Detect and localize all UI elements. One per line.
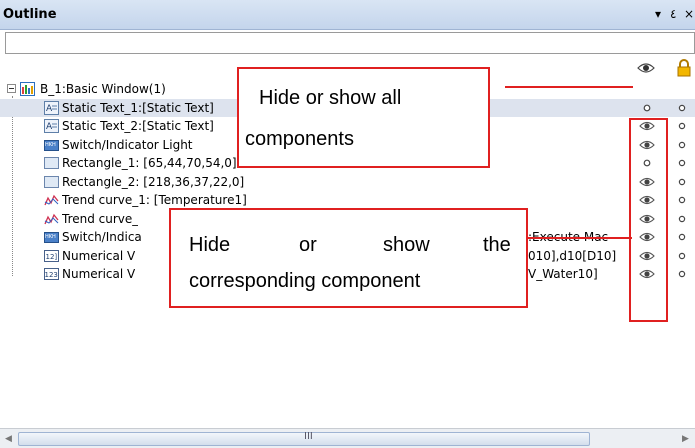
callout-word: or xyxy=(299,234,317,256)
svg-text:123: 123 xyxy=(45,271,58,279)
lock-toggle-icon[interactable] xyxy=(677,268,687,280)
collapse-icon[interactable] xyxy=(7,84,16,93)
tree-item-label: Rectangle_1: [65,44,70,54,0] xyxy=(62,156,237,170)
outline-filter-input[interactable] xyxy=(5,32,695,54)
svg-text:A: A xyxy=(46,122,53,132)
callout-text-line2: corresponding component xyxy=(189,270,421,292)
lock-toggle-icon[interactable] xyxy=(677,120,687,132)
svg-text:HKH: HKH xyxy=(45,142,56,148)
rectangle-icon xyxy=(44,175,59,189)
static-text-icon: A xyxy=(44,101,59,115)
svg-text:12]: 12] xyxy=(46,253,58,261)
scroll-left-icon[interactable]: ◀ xyxy=(5,434,12,444)
callout-word: show xyxy=(383,234,430,256)
tree-item-label: Trend curve_1: [Temperature1] xyxy=(62,193,247,207)
lock-toggle-icon[interactable] xyxy=(677,194,687,206)
tree-item-label: Numerical V xyxy=(62,249,136,263)
lock-toggle-icon[interactable] xyxy=(677,250,687,262)
tree-item-label: Static Text_2:[Static Text] xyxy=(62,119,214,133)
outline-panel-titlebar: Outline ▾ ٤ × xyxy=(0,0,695,30)
tree-item-label-tail: 010],d10[D10] xyxy=(528,249,617,263)
tree-item-label: B_1:Basic Window(1) xyxy=(40,82,166,96)
callout-word: the xyxy=(483,234,511,256)
svg-text:A: A xyxy=(46,104,53,114)
show-all-eye-icon[interactable] xyxy=(637,62,655,74)
trend-curve-icon xyxy=(44,193,59,207)
lock-toggle-icon[interactable] xyxy=(677,139,687,151)
switch-indicator-icon: HKH xyxy=(44,138,59,152)
callout-text-line2: components xyxy=(245,128,354,150)
visibility-hidden-icon[interactable] xyxy=(639,102,655,114)
switch-indicator-icon: HKH xyxy=(44,230,59,244)
tree-item-label: Switch/Indicator Light xyxy=(62,138,193,152)
scrollbar-thumb[interactable]: III xyxy=(18,431,590,446)
static-text-icon: A xyxy=(44,119,59,133)
lock-toggle-icon[interactable] xyxy=(677,157,687,169)
callout-hide-show-one: Hide or show the corresponding component xyxy=(169,208,528,308)
callout-word: Hide xyxy=(189,234,231,256)
callout-leader-line xyxy=(505,86,633,88)
lock-toggle-icon[interactable] xyxy=(677,176,687,188)
tree-item-label-tail: V_Water10] xyxy=(528,267,598,281)
tree-item[interactable]: Rectangle_2: [218,36,37,22,0] xyxy=(0,173,695,191)
tree-item[interactable]: Trend curve_1: [Temperature1] xyxy=(0,191,695,209)
panel-title: Outline xyxy=(3,7,57,22)
horizontal-scrollbar[interactable]: ◀ III ▶ xyxy=(0,428,695,448)
callout-leader-line-3 xyxy=(527,237,632,239)
tree-item-label: Switch/Indica xyxy=(62,230,142,244)
lock-toggle-icon[interactable] xyxy=(677,231,687,243)
callout-text-line1: Hide or show all xyxy=(259,87,402,109)
lock-all-icon[interactable] xyxy=(677,59,691,77)
dropdown-icon[interactable]: ▾ xyxy=(655,7,661,21)
callout-hide-show-all: Hide or show all components xyxy=(237,67,490,168)
window-icon xyxy=(20,82,35,96)
rectangle-icon xyxy=(44,156,59,170)
tree-item-label: Rectangle_2: [218,36,37,22,0] xyxy=(62,175,245,189)
svg-text:HKH: HKH xyxy=(45,234,56,240)
tree-item-label: Static Text_1:[Static Text] xyxy=(62,101,214,115)
visibility-column-highlight xyxy=(629,118,668,322)
numeric-display-icon: 123 xyxy=(44,267,59,281)
scroll-right-icon[interactable]: ▶ xyxy=(682,434,689,444)
tree-item-label: Trend curve_ xyxy=(62,212,139,226)
lock-toggle-icon[interactable] xyxy=(677,213,687,225)
trend-curve-icon xyxy=(44,212,59,226)
pin-icon[interactable]: ٤ xyxy=(670,7,676,21)
tree-item-label: Numerical V xyxy=(62,267,136,281)
scrollbar-grip: III xyxy=(304,431,313,442)
numeric-input-icon: 12] xyxy=(44,249,59,263)
lock-toggle-icon[interactable] xyxy=(677,102,687,114)
close-icon[interactable]: × xyxy=(684,7,694,21)
